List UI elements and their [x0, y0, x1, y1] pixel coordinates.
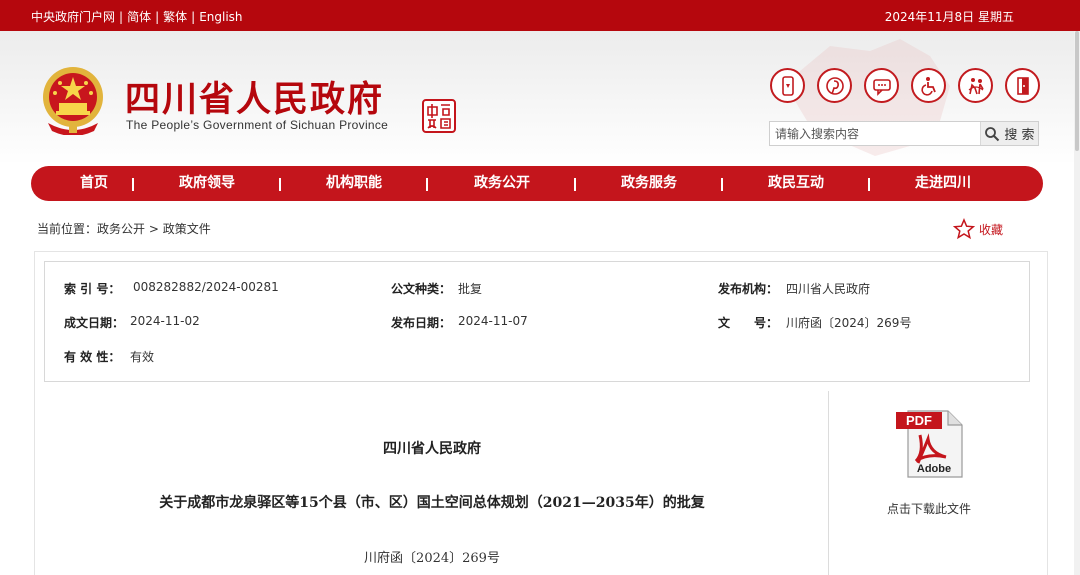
meta-written-date-label: 成文日期：: [64, 316, 125, 330]
site-header: 四川省人民政府 The People’s Government of Sichu…: [0, 31, 1080, 165]
top-bar: 中央政府门户网 | 简体 | 繁体 | English 2024年11月8日 星期五: [0, 0, 1080, 31]
download-link[interactable]: 点击下载此文件: [870, 500, 988, 517]
search-input[interactable]: [770, 122, 980, 145]
document-number: 川府函〔2024〕269号: [364, 551, 500, 566]
nav-item-functions[interactable]: 机构职能: [326, 166, 382, 201]
meta-validity-value: 有效: [130, 350, 155, 364]
nav-divider: [426, 178, 428, 191]
meta-written-date-value: 2024-11-02: [130, 314, 200, 328]
nav-divider: [132, 178, 134, 191]
meta-publish-date-label: 发布日期：: [391, 316, 452, 330]
quick-tools: [770, 68, 1040, 104]
meta-validity-label: 有 效 性：: [64, 350, 121, 364]
nav-item-interaction[interactable]: 政民互动: [768, 166, 824, 201]
main-nav: 首页 政府领导 机构职能 政务公开 政务服务 政民互动 走进四川: [31, 166, 1043, 201]
nav-item-leaders[interactable]: 政府领导: [179, 166, 235, 201]
breadcrumb-item-policy-docs[interactable]: 政策文件: [163, 222, 211, 236]
meta-index-label: 索 引 号：: [64, 282, 121, 296]
pdf-label: PDF: [906, 413, 932, 428]
meta-publish-date-value: 2024-11-07: [458, 314, 528, 328]
meta-publisher-value: 四川省人民政府: [786, 282, 871, 296]
page-scrollbar[interactable]: [1074, 31, 1080, 575]
search-button-label: 搜 索: [1004, 128, 1035, 143]
china-sichuan-seal-icon: [422, 99, 456, 133]
nav-item-home[interactable]: 首页: [80, 166, 108, 201]
elder-care-icon[interactable]: [958, 68, 993, 103]
nav-divider: [721, 178, 723, 191]
document-title: 关于成都市龙泉驿区等15个县（市、区）国土空间总体规划（2021—2035年）的…: [159, 495, 705, 511]
nav-item-about-sichuan[interactable]: 走进四川: [915, 166, 971, 201]
divider: |: [191, 10, 196, 24]
nav-divider: [279, 178, 281, 191]
meta-doc-type-value: 批复: [458, 282, 483, 296]
search-icon: [985, 126, 1000, 141]
favorite-label: 收藏: [979, 222, 1004, 237]
site-subtitle-en: The People’s Government of Sichuan Provi…: [126, 118, 389, 132]
divider: |: [155, 10, 160, 24]
nav-divider: [574, 178, 576, 191]
scrollbar-thumb[interactable]: [1075, 31, 1079, 151]
divider: |: [119, 10, 124, 24]
search-box: 搜 索: [769, 121, 1039, 146]
breadcrumb: 当前位置：政务公开 > 政策文件: [37, 220, 211, 237]
meta-index-value: 008282882/2024-00281: [133, 280, 279, 294]
link-traditional[interactable]: 繁体: [163, 10, 187, 24]
document-issuer: 四川省人民政府: [383, 441, 481, 457]
meta-doc-type-label: 公文种类：: [391, 282, 452, 296]
nav-item-gov-affairs[interactable]: 政务公开: [474, 166, 530, 201]
nav-divider: [868, 178, 870, 191]
breadcrumb-label: 当前位置：: [37, 222, 98, 236]
message-icon[interactable]: [864, 68, 899, 103]
favorite-button[interactable]: 收藏: [953, 218, 1003, 240]
breadcrumb-separator: >: [148, 222, 159, 236]
link-simplified[interactable]: 简体: [127, 10, 151, 24]
pdf-download-icon[interactable]: PDF Adobe: [894, 409, 966, 479]
nav-item-services[interactable]: 政务服务: [621, 166, 677, 201]
mobile-icon[interactable]: [770, 68, 805, 103]
top-links: 中央政府门户网 | 简体 | 繁体 | English: [31, 8, 243, 25]
star-icon: [953, 218, 975, 240]
meta-doc-no-value: 川府函〔2024〕269号: [786, 316, 912, 330]
national-emblem-icon[interactable]: [40, 65, 106, 135]
meta-doc-no-label: 文 号：: [718, 316, 779, 330]
link-english[interactable]: English: [199, 10, 242, 24]
accessibility-icon[interactable]: [911, 68, 946, 103]
exit-icon[interactable]: [1005, 68, 1040, 103]
breadcrumb-item-gov-affairs[interactable]: 政务公开: [97, 222, 145, 236]
site-title[interactable]: 四川省人民政府: [125, 71, 384, 122]
meta-publisher-label: 发布机构：: [718, 282, 779, 296]
document-meta: 索 引 号： 008282882/2024-00281 公文种类： 批复 发布机…: [44, 261, 1030, 382]
pinterest-like-icon[interactable]: [817, 68, 852, 103]
link-central-gov[interactable]: 中央政府门户网: [31, 10, 115, 24]
search-button[interactable]: 搜 索: [980, 122, 1038, 145]
current-date: 2024年11月8日 星期五: [884, 10, 1014, 24]
adobe-label: Adobe: [917, 463, 951, 475]
